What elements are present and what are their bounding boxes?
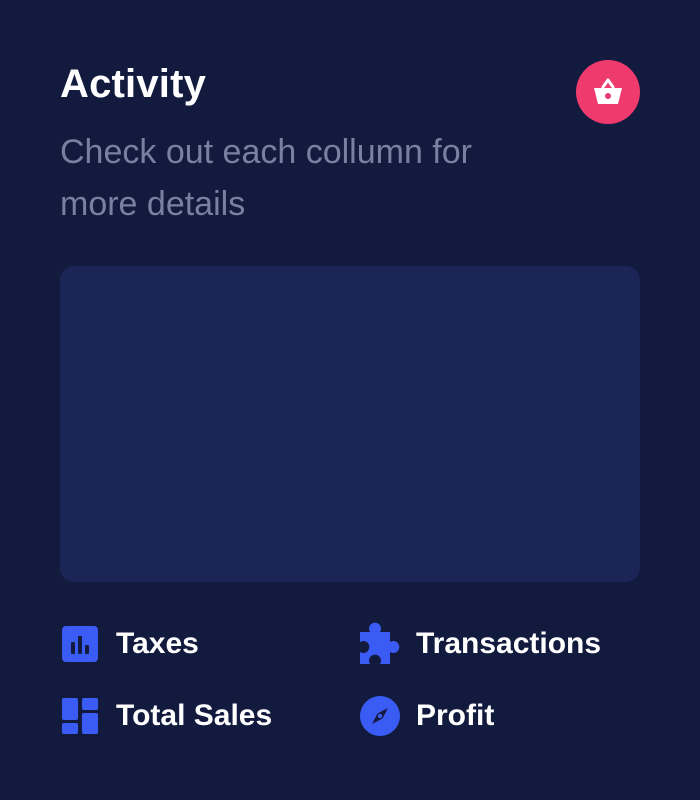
compass-icon (358, 694, 402, 738)
legend-label: Profit (416, 699, 495, 732)
legend-item-total-sales[interactable]: Total Sales (58, 694, 272, 738)
legend-item-taxes[interactable]: Taxes (58, 622, 199, 666)
basket-button[interactable] (576, 60, 640, 124)
basket-icon (591, 77, 625, 107)
legend-label: Taxes (116, 627, 199, 660)
legend-item-transactions[interactable]: Transactions (358, 622, 601, 666)
legend: Taxes Transactions Total Sales Profit (60, 622, 640, 742)
activity-card: Activity Check out each collumn for more… (0, 0, 700, 800)
legend-item-profit[interactable]: Profit (358, 694, 494, 738)
bar-chart-icon (58, 622, 102, 666)
dashboard-layout-icon (58, 694, 102, 738)
card-title: Activity (60, 62, 207, 106)
legend-label: Total Sales (116, 699, 273, 732)
legend-label: Transactions (416, 627, 602, 660)
card-subtitle: Check out each collumn for more details (60, 133, 472, 223)
puzzle-icon (358, 622, 402, 666)
chart-placeholder (60, 266, 640, 582)
